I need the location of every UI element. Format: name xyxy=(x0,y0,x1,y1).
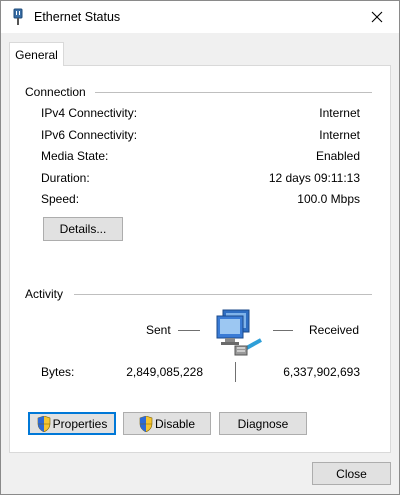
activity-divider xyxy=(74,294,372,295)
disable-button[interactable]: Disable xyxy=(123,412,211,435)
tab-general-label: General xyxy=(15,47,58,62)
sent-label: Sent xyxy=(146,323,171,337)
connection-heading: Connection xyxy=(25,85,86,99)
disable-button-label: Disable xyxy=(154,416,196,431)
received-label: Received xyxy=(309,323,360,337)
media-state-value: Enabled xyxy=(315,149,360,163)
diagnose-button[interactable]: Diagnose xyxy=(219,412,307,435)
ethernet-status-window: Ethernet Status General Connection IPv4 … xyxy=(0,0,400,495)
sent-dash xyxy=(178,330,200,331)
connection-divider xyxy=(95,92,372,93)
ipv6-label: IPv6 Connectivity: xyxy=(41,128,138,142)
properties-button-label: Properties xyxy=(52,416,108,431)
speed-value: 100.0 Mbps xyxy=(297,192,360,206)
uac-shield-icon xyxy=(37,415,50,432)
tab-general[interactable]: General xyxy=(9,42,64,66)
network-computers-icon xyxy=(216,309,262,356)
close-button[interactable]: Close xyxy=(312,462,391,485)
close-icon xyxy=(371,11,383,23)
window-close-button[interactable] xyxy=(355,1,399,33)
received-dash xyxy=(273,330,293,331)
title-bar[interactable]: Ethernet Status xyxy=(1,1,399,33)
properties-button[interactable]: Properties xyxy=(28,412,116,435)
bytes-sent-value: 2,849,085,228 xyxy=(126,365,203,379)
bytes-label: Bytes: xyxy=(41,365,75,379)
activity-heading: Activity xyxy=(25,287,64,301)
bytes-received-value: 6,337,902,693 xyxy=(283,365,360,379)
ipv4-value: Internet xyxy=(319,106,360,120)
window-title: Ethernet Status xyxy=(34,10,121,24)
speed-label: Speed: xyxy=(41,192,80,206)
uac-shield-icon xyxy=(139,415,153,432)
duration-value: 12 days 09:11:13 xyxy=(268,171,360,185)
media-state-label: Media State: xyxy=(41,149,109,163)
duration-label: Duration: xyxy=(41,171,90,185)
details-button[interactable]: Details... xyxy=(43,217,123,241)
general-tab-panel: Connection IPv4 Connectivity: Internet I… xyxy=(9,65,391,453)
ethernet-adapter-icon xyxy=(13,8,23,25)
ipv4-label: IPv4 Connectivity: xyxy=(41,106,138,120)
ipv6-value: Internet xyxy=(319,128,360,142)
activity-separator xyxy=(235,362,236,382)
